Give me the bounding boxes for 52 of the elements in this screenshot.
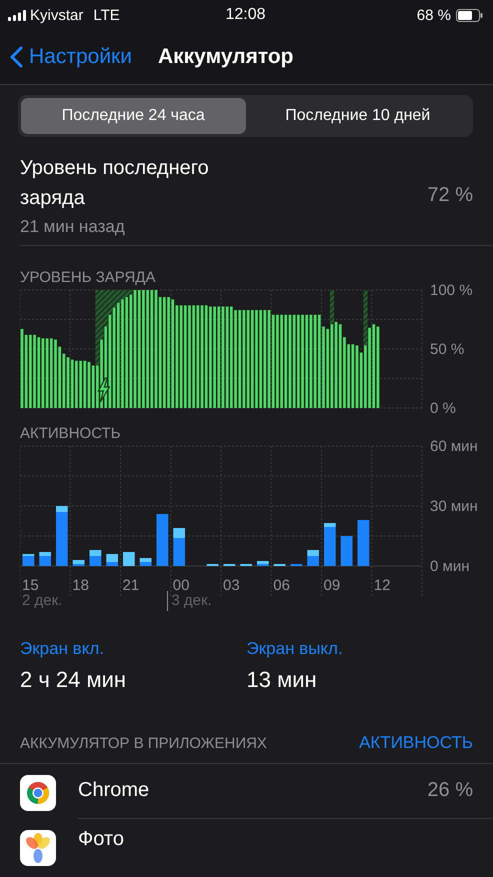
app-row[interactable]: Chrome 26 % xyxy=(0,764,493,819)
app-percent: 26 % xyxy=(427,779,473,802)
axis-label: 50 % xyxy=(430,341,464,358)
screen-time-value: 13 мин xyxy=(246,667,318,693)
axis-label: 60 мин xyxy=(430,438,478,455)
axis-label: 09 xyxy=(324,577,340,594)
chart-title: УРОВЕНЬ ЗАРЯДА xyxy=(20,269,156,286)
date-label: 2 дек. xyxy=(21,591,62,611)
screen-time-label: Экран вкл. xyxy=(20,639,105,659)
screen-time-label: Экран выкл. xyxy=(246,639,344,659)
battery-percent: 68 % xyxy=(416,6,451,24)
axis-label: 0 % xyxy=(430,400,456,417)
axis-label: 12 xyxy=(374,577,390,594)
activity-bar xyxy=(156,514,168,566)
axis-label: 0 мин xyxy=(430,558,470,575)
screen-time-value: 2 ч 24 мин xyxy=(20,667,128,693)
chrome-icon xyxy=(20,775,56,811)
section-header: АККУМУЛЯТОР В ПРИЛОЖЕНИЯХ xyxy=(20,734,267,752)
last-charge-value: 72 % xyxy=(427,184,473,206)
network-type: LTE xyxy=(93,6,120,24)
axis-label: 00 xyxy=(172,577,190,594)
charging-hatch xyxy=(330,290,334,324)
axis-label: 18 xyxy=(72,577,89,594)
axis-label: 100 % xyxy=(430,282,473,299)
app-row[interactable]: Фото xyxy=(0,819,493,867)
axis-label: 15 xyxy=(22,577,39,594)
battery-icon xyxy=(456,8,483,22)
carrier-name: Kyivstar xyxy=(30,6,84,24)
axis-label: 21 xyxy=(122,577,140,594)
charging-hatch xyxy=(363,290,368,346)
last-charge-label: Уровень последнего заряда xyxy=(20,156,210,211)
axis-label: 06 xyxy=(273,577,290,594)
axis-label: 03 xyxy=(223,577,240,594)
back-button[interactable]: Настройки xyxy=(10,45,132,69)
activity-bar xyxy=(340,536,352,566)
chevron-icon xyxy=(10,46,23,68)
activity-bar xyxy=(123,552,135,566)
last-charge-time: 21 мин назад xyxy=(20,217,126,237)
date-label: 3 дек. xyxy=(167,591,212,611)
axis-label: 30 мин xyxy=(430,498,478,515)
chart-title: АКТИВНОСТЬ xyxy=(20,425,122,442)
activity-bar xyxy=(358,520,370,566)
signal-icon xyxy=(8,10,26,20)
segment-tab[interactable]: Последние 24 часа xyxy=(21,98,246,134)
app-name: Chrome xyxy=(78,779,150,802)
lightning-icon xyxy=(97,377,110,403)
flower-icon xyxy=(20,830,56,866)
app-name: Фото xyxy=(78,828,124,851)
status-time: 12:08 xyxy=(225,6,266,24)
page-title: Аккумулятор xyxy=(158,45,294,69)
segment-tab[interactable]: Последние 10 дней xyxy=(246,98,470,134)
activity-link[interactable]: АКТИВНОСТЬ xyxy=(359,733,473,753)
